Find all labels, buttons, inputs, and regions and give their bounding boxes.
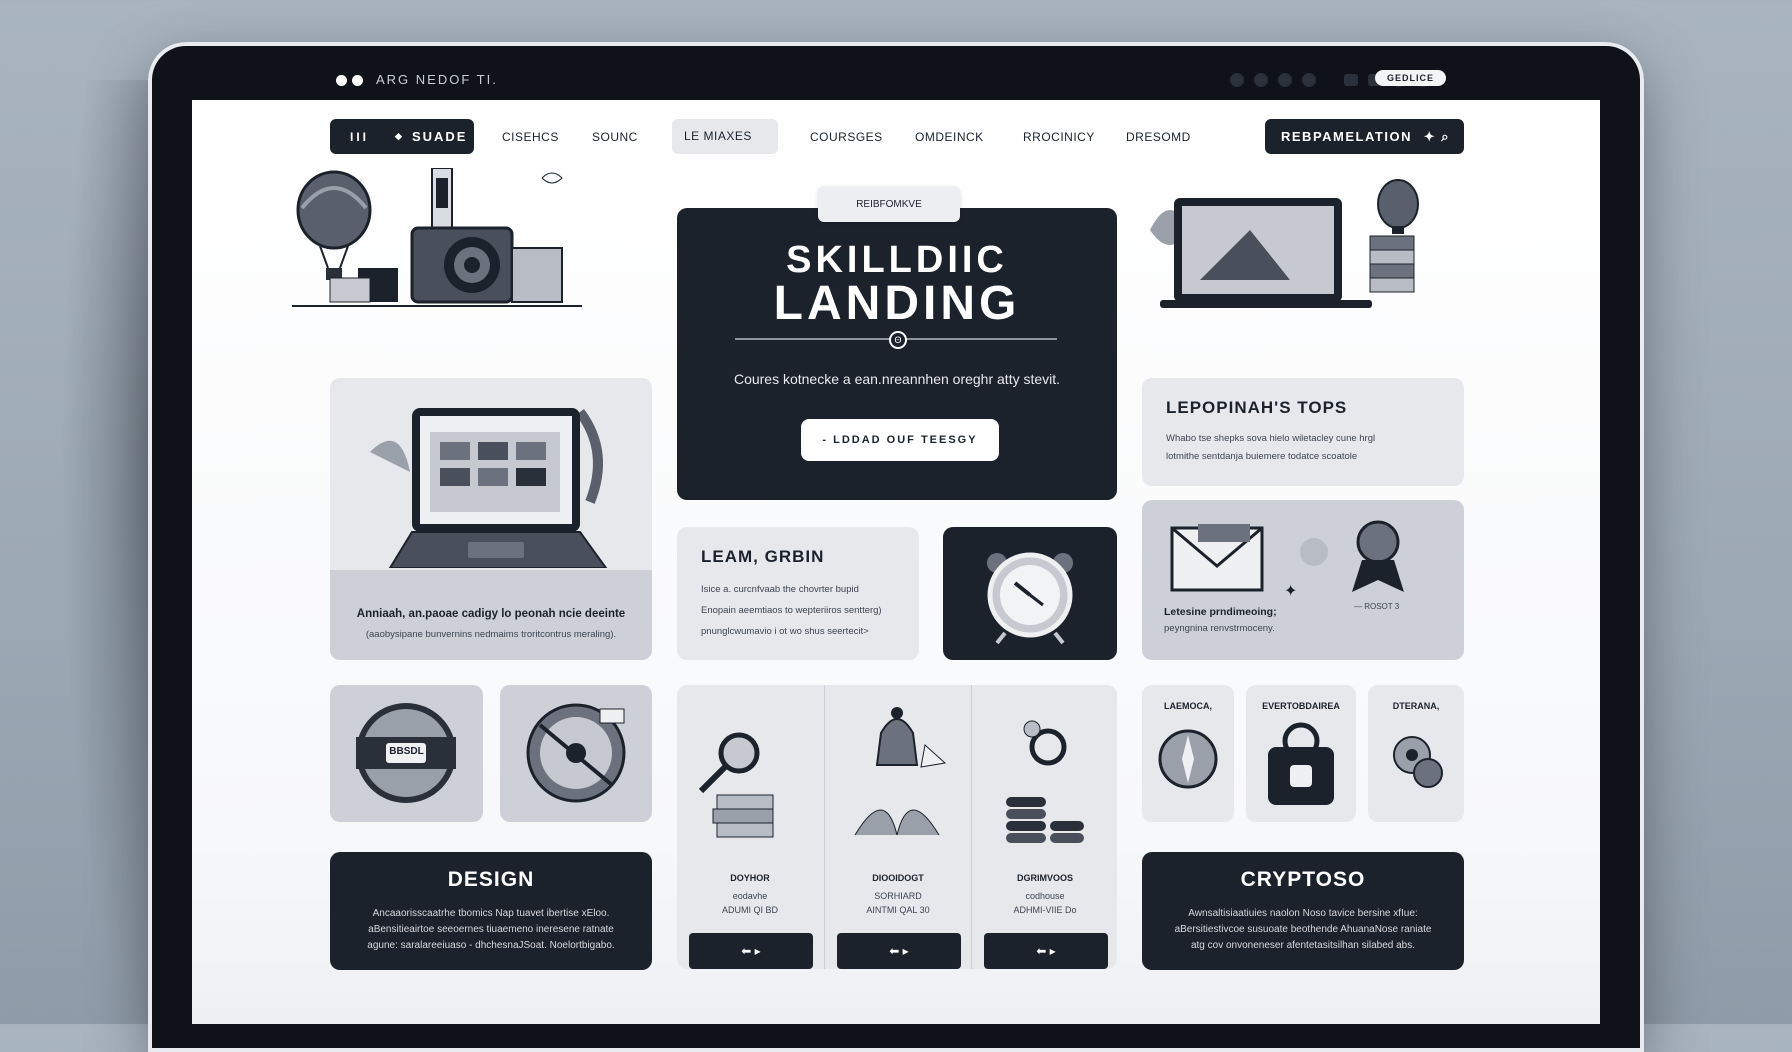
learn-line: Isice a. curcnfvaab the chovrter bupid bbox=[701, 584, 859, 595]
control-dot-icon[interactable] bbox=[1302, 73, 1316, 87]
course-name: DOYHOR bbox=[730, 873, 770, 883]
hero-tag: REIBFOMKVE bbox=[818, 186, 960, 222]
search-icon: ✦ ⌕ bbox=[1423, 128, 1450, 144]
crypto-line: Awnsaltisiaatiuies naolon Noso tavice be… bbox=[1188, 908, 1418, 919]
svg-text:✦: ✦ bbox=[1284, 583, 1297, 600]
seal-tile[interactable]: BBSDL bbox=[330, 685, 483, 822]
coins-ring-icon bbox=[1006, 720, 1084, 843]
titlebar-badge[interactable]: GEDLICE bbox=[1374, 70, 1446, 86]
course-line: AINTMI QAL 30 bbox=[866, 905, 930, 915]
hero-illustration-left bbox=[292, 167, 582, 308]
learn-line: pnunglcwumavio i ot wo shus seertecit> bbox=[701, 626, 869, 637]
top-nav: III ◆ SUADE CISEHCS SOUNC LE MIAXES COUR… bbox=[330, 119, 1464, 155]
crypto-card[interactable]: CRYPTOSO Awnsaltisiaatiuies naolon Noso … bbox=[1142, 852, 1464, 970]
small-tile[interactable]: EVERTOBDAIREA bbox=[1246, 685, 1356, 822]
feature-right-note: — ROSOT 3 bbox=[1354, 602, 1400, 611]
design-line: aBensitieairtoe seeoernes tiuaemeno iner… bbox=[368, 924, 614, 935]
small-tile[interactable]: LAEMOCA, bbox=[1142, 685, 1234, 822]
small-tile-label: DTERANA, bbox=[1392, 701, 1440, 711]
nav-link-active[interactable]: LE MIAXES bbox=[672, 119, 778, 154]
hero-card: SKILLDIIC LANDING Θ Coures kotnecke a ea… bbox=[677, 208, 1117, 500]
bell-plant-icon bbox=[854, 707, 947, 836]
alarm-clock-icon bbox=[987, 552, 1073, 645]
course-button[interactable]: ⬅ ▸ bbox=[689, 933, 813, 969]
crypto-line: atg cov onvoneneser afentetasitsilhan si… bbox=[1190, 940, 1416, 951]
design-title: DESIGN bbox=[447, 868, 535, 891]
small-tile[interactable]: DTERANA, bbox=[1368, 685, 1464, 822]
course-line: codhouse bbox=[1025, 891, 1065, 901]
course-column[interactable]: DOYHOR eodavhe ADUMI QI BD ⬅ ▸ bbox=[677, 685, 823, 969]
learn-title: LEAM, GRBIN bbox=[701, 547, 825, 566]
nav-cta-label: REBPAMELATION bbox=[1281, 129, 1412, 144]
feature-card-right[interactable]: ✦ Letesine prndimeoing; peyngnina renvst… bbox=[1142, 500, 1464, 660]
course-line: ADUMI QI BD bbox=[721, 905, 778, 915]
feature-right-body: peyngnina renvstrmoceny. bbox=[1164, 623, 1275, 634]
course-column[interactable]: DGRIMVOOS codhouse ADHMI-VIIE Do ⬅ ▸ bbox=[971, 685, 1117, 969]
course-name: DIOOIDOGT bbox=[872, 873, 924, 883]
nav-link[interactable]: CISEHCS bbox=[502, 130, 559, 144]
crypto-line: aBersitiestivcoe susuoate beothende Ahua… bbox=[1174, 924, 1432, 935]
feature-card-left[interactable]: Anniaah, an.paoae cadigy lo peonah ncie … bbox=[330, 378, 652, 660]
nav-link[interactable]: COURSGES bbox=[810, 130, 883, 144]
feature-left-body: (aaobysipane bunvernins nedmaims troritc… bbox=[365, 629, 617, 640]
screen: III ◆ SUADE CISEHCS SOUNC LE MIAXES COUR… bbox=[192, 100, 1600, 1024]
feature-left-title: Anniaah, an.paoae cadigy lo peonah ncie … bbox=[356, 608, 626, 620]
hero-subtitle: Coures kotnecke a ean.nreannhen oreghr a… bbox=[733, 371, 1061, 387]
design-line: agune: saralareeiuaso - dhchesnaJSoat. N… bbox=[367, 940, 615, 951]
clock-card[interactable] bbox=[943, 527, 1117, 660]
hero-title-line2: LANDING bbox=[773, 277, 1021, 330]
gear-dial-icon bbox=[526, 703, 626, 803]
seal-text: BBSDL bbox=[389, 746, 424, 757]
magnifier-books-icon bbox=[698, 732, 774, 838]
nav-menu-label: SUADE bbox=[411, 129, 468, 144]
course-line: SORHIARD bbox=[874, 891, 922, 901]
envelope-illustration: ✦ bbox=[1170, 520, 1404, 600]
divider-icon: Θ bbox=[889, 331, 907, 349]
window-dot-icon[interactable] bbox=[352, 75, 363, 86]
crypto-title: CRYPTOSO bbox=[1240, 868, 1366, 891]
courses-columns: DOYHOR eodavhe ADUMI QI BD ⬅ ▸ DIOOIDOGT… bbox=[677, 685, 1117, 969]
diamond-icon: ◆ bbox=[395, 131, 404, 141]
window-title: ARG NEDOF TI. bbox=[376, 72, 498, 87]
hero-illustration-right bbox=[1140, 170, 1434, 310]
course-line: eodavhe bbox=[732, 891, 768, 901]
menu-icon: III bbox=[350, 129, 370, 144]
nav-link[interactable]: DRESOMD bbox=[1126, 130, 1191, 144]
gear-tile[interactable] bbox=[500, 685, 652, 822]
course-line: ADHMI-VIIE Do bbox=[1013, 905, 1077, 915]
nav-menu-button[interactable]: III ◆ SUADE bbox=[330, 119, 474, 154]
nav-link[interactable]: RROCINICY bbox=[1023, 130, 1095, 144]
tops-title: LEPOPINAH'S TOPS bbox=[1166, 398, 1348, 417]
course-column[interactable]: DIOOIDOGT SORHIARD AINTMI QAL 30 ⬅ ▸ bbox=[824, 685, 971, 969]
nav-link[interactable]: SOUNC bbox=[592, 130, 638, 144]
course-name: DGRIMVOOS bbox=[1016, 873, 1073, 883]
control-square-icon[interactable] bbox=[1344, 74, 1358, 86]
nav-cta-button[interactable]: REBPAMELATION ✦ ⌕ bbox=[1265, 119, 1464, 154]
control-dot-icon[interactable] bbox=[1278, 73, 1292, 87]
learn-line: Enopain aeemtiaos to wepteriiros sentter… bbox=[701, 605, 882, 616]
feature-card-left-footer: Anniaah, an.paoae cadigy lo peonah ncie … bbox=[330, 570, 652, 660]
course-button[interactable]: ⬅ ▸ bbox=[984, 933, 1108, 969]
tops-line: lotmithe sentdanja buiemere todatce scoa… bbox=[1166, 451, 1358, 462]
laptop-illustration bbox=[360, 392, 622, 569]
nav-link[interactable]: OMDEINCK bbox=[915, 130, 984, 144]
small-tile-label: LAEMOCA, bbox=[1164, 701, 1212, 711]
course-button[interactable]: ⬅ ▸ bbox=[837, 933, 961, 969]
design-card[interactable]: DESIGN Ancaaorisscaatrhe tbomics Nap tua… bbox=[330, 852, 652, 970]
hero-cta-button[interactable]: - LDDAD OUF TEESGY bbox=[801, 419, 999, 461]
window-titlebar: ARG NEDOF TI. GEDLICE bbox=[192, 60, 1600, 100]
tops-card[interactable]: LEPOPINAH'S TOPS Whabo tse shepks sova h… bbox=[1142, 378, 1464, 486]
design-line: Ancaaorisscaatrhe tbomics Nap tuavet ibe… bbox=[372, 908, 610, 919]
control-dot-icon[interactable] bbox=[1254, 73, 1268, 87]
control-dot-icon[interactable] bbox=[1230, 73, 1244, 87]
learn-card[interactable]: LEAM, GRBIN Isice a. curcnfvaab the chov… bbox=[677, 527, 919, 660]
window-dot-icon[interactable] bbox=[336, 75, 347, 86]
feature-right-title: Letesine prndimeoing; bbox=[1164, 606, 1277, 618]
small-tile-label: EVERTOBDAIREA bbox=[1262, 701, 1340, 711]
